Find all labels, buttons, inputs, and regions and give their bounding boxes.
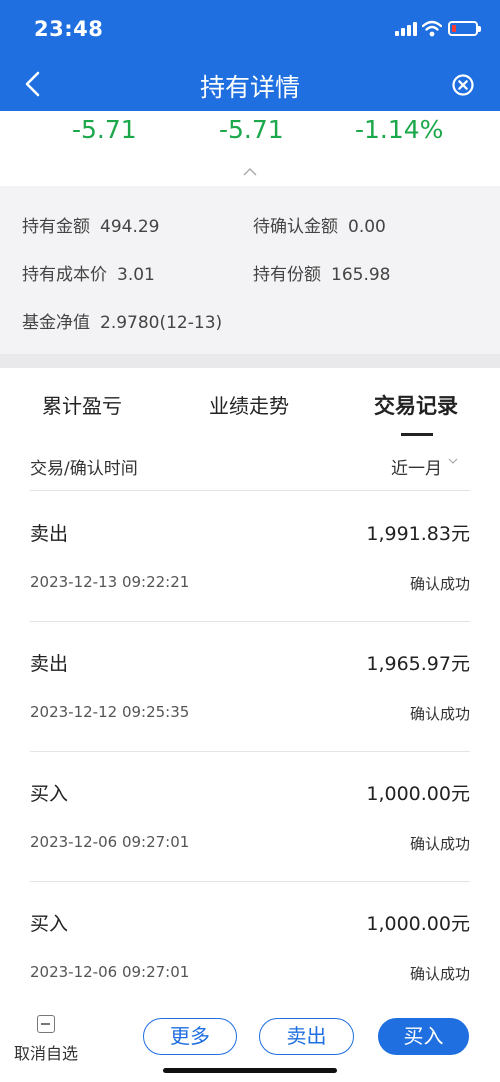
holding-amount-value: 494.29 <box>100 217 160 237</box>
unwatch-label: 取消自选 <box>13 1044 78 1063</box>
transaction-status: 确认成功 <box>409 835 470 853</box>
status-time: 23:48 <box>34 17 104 41</box>
close-circle-icon[interactable] <box>451 73 475 97</box>
wifi-icon <box>422 20 442 37</box>
pending-amount: 待确认金额 0.00 <box>253 212 386 237</box>
page-title: 持有详情 <box>199 73 300 102</box>
transaction-row[interactable]: 买入 1,000.00元 2023-12-06 09:27:01 确认成功 <box>30 751 470 882</box>
transaction-type: 卖出 <box>30 653 69 675</box>
transaction-time: 2023-12-13 09:22:21 <box>30 573 190 591</box>
transaction-amount: 1,000.00元 <box>366 913 470 935</box>
minus-square-icon <box>37 1015 55 1033</box>
transaction-type: 买入 <box>30 913 69 935</box>
list-column-label: 交易/确认时间 <box>30 459 138 479</box>
active-tab-indicator <box>401 433 433 436</box>
chevron-up-icon[interactable] <box>242 167 258 177</box>
holding-shares: 持有份额 165.98 <box>253 260 390 285</box>
transaction-row[interactable]: 卖出 1,965.97元 2023-12-12 09:25:35 确认成功 <box>30 621 470 752</box>
cellular-signal-icon <box>395 22 417 36</box>
period-filter[interactable]: 近一月 <box>391 454 442 479</box>
pnl-value: -5.71 <box>219 115 284 144</box>
battery-icon <box>448 21 481 36</box>
tab-cumulative-pnl[interactable]: 累计盈亏 <box>42 390 122 419</box>
pending-amount-value: 0.00 <box>348 217 386 237</box>
fund-nav-label: 基金净值 <box>22 313 90 333</box>
pnl-row: -5.71 -5.71 -1.14% <box>0 111 500 185</box>
pnl-percent: -1.14% <box>355 115 444 144</box>
list-header: 交易/确认时间 近一月 <box>30 446 470 491</box>
transaction-time: 2023-12-06 09:27:01 <box>30 833 190 851</box>
transaction-status: 确认成功 <box>409 705 470 723</box>
transaction-type: 卖出 <box>30 523 69 545</box>
transaction-row[interactable]: 卖出 1,991.83元 2023-12-13 09:22:21 确认成功 <box>30 491 470 622</box>
cost-price-value: 3.01 <box>117 265 155 285</box>
transaction-time: 2023-12-12 09:25:35 <box>30 703 190 721</box>
holding-shares-value: 165.98 <box>331 265 391 285</box>
unwatch-button[interactable]: 取消自选 <box>10 1015 82 1064</box>
chevron-down-icon[interactable] <box>448 456 458 466</box>
tab-performance[interactable]: 业绩走势 <box>209 390 289 419</box>
transaction-status: 确认成功 <box>409 575 470 593</box>
tab-transactions[interactable]: 交易记录 <box>374 390 458 420</box>
transaction-time: 2023-12-06 09:27:01 <box>30 963 190 981</box>
home-indicator[interactable] <box>163 1068 337 1073</box>
holding-summary: 持有金额 494.29 待确认金额 0.00 持有成本价 3.01 持有份额 165.9… <box>0 186 500 354</box>
transaction-type: 买入 <box>30 783 69 805</box>
holding-shares-label: 持有份额 <box>253 265 321 285</box>
cost-price-label: 持有成本价 <box>22 265 107 285</box>
status-bar: 23:48 <box>0 0 500 58</box>
fund-nav: 基金净值 2.9780(12-13) <box>22 308 222 333</box>
pnl-value: -5.71 <box>72 115 137 144</box>
holding-amount-label: 持有金额 <box>22 217 90 237</box>
nav-bar: 持有详情 <box>0 58 500 111</box>
tab-bar: 累计盈亏 业绩走势 交易记录 <box>0 368 500 440</box>
transaction-amount: 1,991.83元 <box>366 523 470 545</box>
cost-price: 持有成本价 3.01 <box>22 260 155 285</box>
more-button[interactable]: 更多 <box>143 1018 237 1055</box>
section-divider <box>0 354 500 368</box>
transaction-amount: 1,965.97元 <box>366 653 470 675</box>
header: 23:48 持有详情 <box>0 0 500 111</box>
transaction-status: 确认成功 <box>409 965 470 983</box>
buy-button[interactable]: 买入 <box>378 1018 469 1055</box>
pending-amount-label: 待确认金额 <box>253 217 338 237</box>
transaction-row[interactable]: 买入 1,000.00元 2023-12-06 09:27:01 确认成功 <box>30 881 470 1012</box>
fund-nav-value: 2.9780(12-13) <box>100 313 223 333</box>
holding-amount: 持有金额 494.29 <box>22 212 159 237</box>
sell-button[interactable]: 卖出 <box>259 1018 354 1055</box>
transaction-amount: 1,000.00元 <box>366 783 470 805</box>
